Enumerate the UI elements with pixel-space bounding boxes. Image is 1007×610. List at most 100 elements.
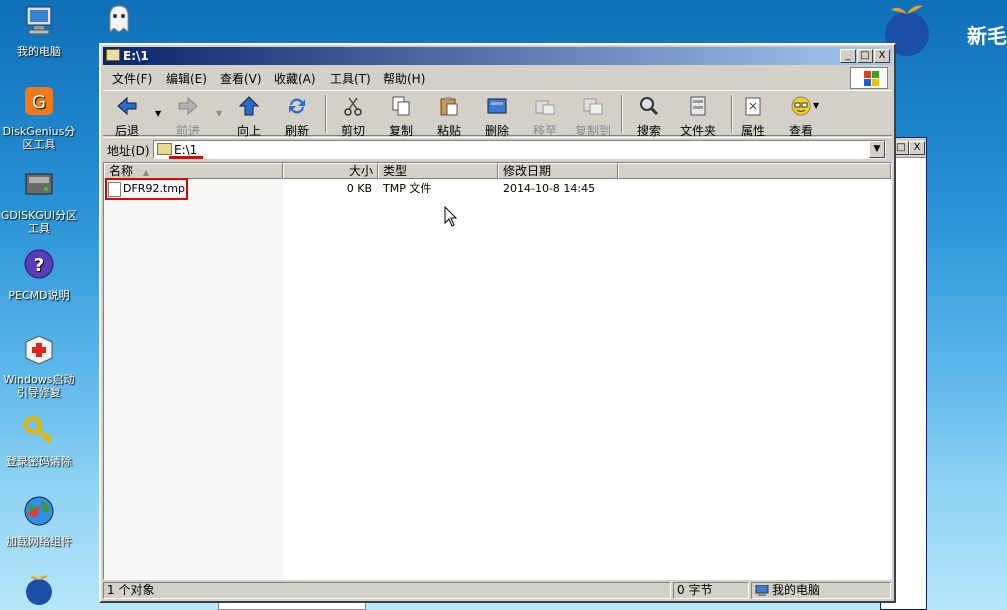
- title-bar[interactable]: E:\1 _ □ X: [103, 47, 892, 65]
- key-icon: [24, 416, 53, 444]
- search-button[interactable]: 搜索: [626, 93, 672, 139]
- sorted-column-background: [104, 179, 283, 579]
- column-header-modified[interactable]: 修改日期: [498, 163, 618, 179]
- view-button[interactable]: 查看: [778, 93, 824, 139]
- back-button[interactable]: 后退: [104, 93, 150, 139]
- menu-favorites[interactable]: 收藏(A): [274, 70, 316, 87]
- back-arrow-icon: [117, 96, 137, 116]
- first-aid-icon: [25, 335, 53, 365]
- delete-icon: [487, 98, 507, 114]
- menu-bar: 文件(F) 编辑(E) 查看(V) 收藏(A) 工具(T) 帮助(H): [103, 67, 892, 89]
- sort-ascending-icon: ▲: [142, 168, 149, 177]
- desktop-icon-label: 加载网络组件: [6, 535, 72, 548]
- computer-icon: [755, 585, 769, 596]
- desktop-icon-my-computer[interactable]: 我的电脑: [0, 4, 78, 58]
- menu-edit[interactable]: 编辑(E): [166, 70, 207, 87]
- window-title: E:\1: [123, 49, 149, 63]
- folder-icon: [106, 49, 120, 61]
- desktop-icon-pecmd[interactable]: ? PECMD说明: [0, 248, 78, 302]
- disk-tool-icon: [25, 173, 53, 195]
- back-dropdown-icon[interactable]: ▼: [155, 109, 161, 118]
- maximize-button[interactable]: □: [857, 49, 873, 63]
- column-header-name[interactable]: 名称 ▲: [104, 163, 283, 179]
- address-dropdown-button[interactable]: ▼: [869, 141, 885, 158]
- desktop-icon-bottom[interactable]: [0, 572, 78, 610]
- explorer-window: E:\1 _ □ X 文件(F) 编辑(E) 查看(V) 收藏(A) 工具(T)…: [99, 43, 896, 603]
- toolbar: 后退 ▼ 前进 ▼ 向上 刷新 剪切 复制 粘贴 删除 移至 复制到 搜索 文件…: [103, 90, 892, 139]
- mouse-cursor-icon: [444, 206, 458, 227]
- folders-icon: [690, 96, 706, 116]
- copy-to-icon: [583, 98, 603, 115]
- forward-button[interactable]: 前进: [165, 93, 211, 139]
- column-header-filler: [618, 163, 891, 179]
- desktop-icon-label: 登录密码清除: [6, 455, 72, 468]
- column-header-size[interactable]: 大小: [283, 163, 378, 179]
- file-row-modified: 2014-10-8 14:45: [503, 182, 596, 195]
- refresh-icon: [289, 98, 305, 114]
- forward-dropdown-icon[interactable]: ▼: [216, 109, 222, 118]
- delete-button[interactable]: 删除: [474, 93, 520, 139]
- globe-icon: [24, 496, 54, 526]
- desktop-icon-label: PECMD说明: [8, 289, 70, 302]
- address-value: E:\1: [174, 143, 198, 157]
- bg-close-button[interactable]: X: [909, 141, 925, 155]
- status-location: 我的电脑: [751, 582, 891, 599]
- properties-button[interactable]: 属性: [730, 93, 776, 139]
- brand-text: 新毛: [967, 24, 1007, 48]
- desktop-icon-label: 我的电脑: [17, 45, 61, 58]
- cut-button[interactable]: 剪切: [330, 93, 376, 139]
- folder-icon: [157, 143, 172, 155]
- desktop-icon-network[interactable]: 加载网络组件: [0, 494, 78, 548]
- highlight-underline: [169, 156, 203, 159]
- search-icon: [640, 97, 659, 116]
- desktop-icon-label: DiskGenius分区工具: [2, 125, 76, 151]
- desktop-icon-label: Windows启动引导修复: [3, 373, 75, 399]
- close-button[interactable]: X: [874, 49, 890, 63]
- windows-logo-icon: [850, 67, 888, 89]
- forward-arrow-icon: [178, 96, 198, 116]
- file-row-type: TMP 文件: [383, 182, 432, 195]
- desktop-icon-ghost[interactable]: [80, 2, 158, 43]
- up-arrow-icon: [238, 96, 260, 116]
- diskgenius-icon: G: [25, 87, 53, 115]
- refresh-button[interactable]: 刷新: [274, 93, 320, 139]
- minimize-button[interactable]: _: [840, 49, 856, 63]
- view-icon: [791, 96, 811, 116]
- status-objects: 1 个对象: [103, 582, 671, 599]
- column-header-type[interactable]: 类型: [378, 163, 498, 179]
- scissors-icon: [344, 97, 362, 116]
- view-dropdown-icon[interactable]: ▼: [813, 101, 819, 110]
- paste-icon: [440, 97, 458, 116]
- file-row-size: 0 KB: [346, 182, 372, 195]
- menu-tools[interactable]: 工具(T): [330, 70, 371, 87]
- desktop-icon-password-clear[interactable]: 登录密码清除: [0, 414, 78, 468]
- paste-button[interactable]: 粘贴: [426, 93, 472, 139]
- address-bar: 地址(D) E:\1 ▼: [103, 137, 892, 161]
- desktop-icon-diskgenius[interactable]: G DiskGenius分区工具: [0, 84, 78, 151]
- status-bytes: 0 字节: [673, 582, 749, 599]
- folders-button[interactable]: 文件夹: [675, 93, 721, 139]
- up-button[interactable]: 向上: [226, 93, 272, 139]
- brand-logo-icon: [26, 575, 52, 605]
- file-list[interactable]: 名称 ▲ 大小 类型 修改日期 DFR92.tmp 0 KB TMP 文件 20…: [103, 162, 892, 580]
- ghost-icon: [109, 5, 129, 34]
- status-bar: 1 个对象 0 字节 我的电脑: [103, 581, 892, 599]
- desktop-icon-label: GDISKGUI分区工具: [0, 209, 78, 235]
- address-label: 地址(D): [107, 144, 150, 158]
- address-input[interactable]: E:\1 ▼: [153, 140, 886, 159]
- desktop-icon-boot-repair[interactable]: Windows启动引导修复: [0, 332, 78, 399]
- menu-file[interactable]: 文件(F): [112, 70, 152, 87]
- brand-logo: 新毛: [885, 0, 1007, 70]
- help-icon: ?: [24, 249, 54, 279]
- copy-button[interactable]: 复制: [378, 93, 424, 139]
- computer-icon: [26, 6, 52, 35]
- move-to-button[interactable]: 移至: [522, 93, 568, 139]
- copy-icon: [392, 96, 410, 116]
- properties-icon: [745, 97, 761, 116]
- menu-view[interactable]: 查看(V): [220, 70, 262, 87]
- desktop-icon-gdiskgui[interactable]: GDISKGUI分区工具: [0, 168, 78, 235]
- highlight-box: [105, 178, 188, 200]
- copy-to-button[interactable]: 复制到: [570, 93, 616, 139]
- svg-text:G: G: [32, 92, 46, 113]
- menu-help[interactable]: 帮助(H): [383, 70, 425, 87]
